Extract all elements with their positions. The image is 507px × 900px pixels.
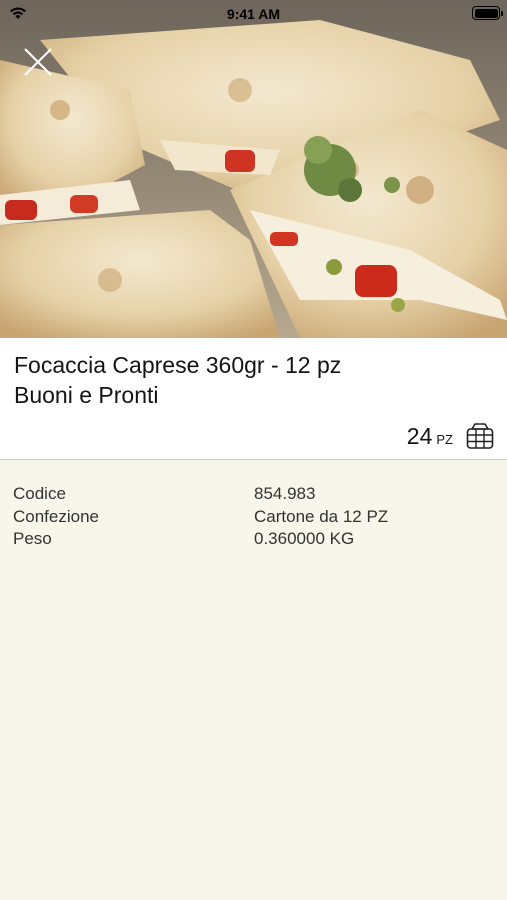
basket-icon[interactable]	[465, 421, 495, 451]
product-brand: Buoni e Pronti	[14, 382, 159, 408]
quantity-unit: PZ	[436, 431, 453, 447]
detail-label: Peso	[13, 529, 52, 549]
detail-value: Cartone da 12 PZ	[254, 506, 389, 526]
product-image	[0, 0, 507, 338]
detail-label: Confezione	[13, 506, 100, 526]
close-icon[interactable]	[22, 46, 54, 78]
product-header: Focaccia Caprese 360gr - 12 pz Buoni e P…	[0, 338, 507, 460]
quantity-value: 24	[406, 422, 433, 449]
battery-icon	[472, 6, 503, 20]
product-detail-screen: 9:41 AM Focaccia Caprese 360gr - 12 pz B…	[0, 0, 507, 900]
quantity-row: 24 PZ	[407, 420, 495, 452]
detail-row-confezione: Confezione Cartone da 12 PZ	[0, 506, 507, 529]
status-bar: 9:41 AM	[0, 0, 507, 28]
product-name: Focaccia Caprese 360gr - 12 pz	[14, 352, 342, 378]
product-title: Focaccia Caprese 360gr - 12 pz Buoni e P…	[14, 350, 484, 410]
detail-value: 0.360000 KG	[254, 529, 355, 549]
product-details: Codice 854.983 Confezione Cartone da 12 …	[0, 461, 507, 900]
wifi-icon	[10, 7, 26, 19]
detail-label: Codice	[13, 484, 66, 504]
status-time: 9:41 AM	[226, 6, 281, 22]
detail-row-codice: Codice 854.983	[0, 483, 507, 506]
detail-value: 854.983	[254, 484, 316, 504]
detail-row-peso: Peso 0.360000 KG	[0, 528, 507, 551]
